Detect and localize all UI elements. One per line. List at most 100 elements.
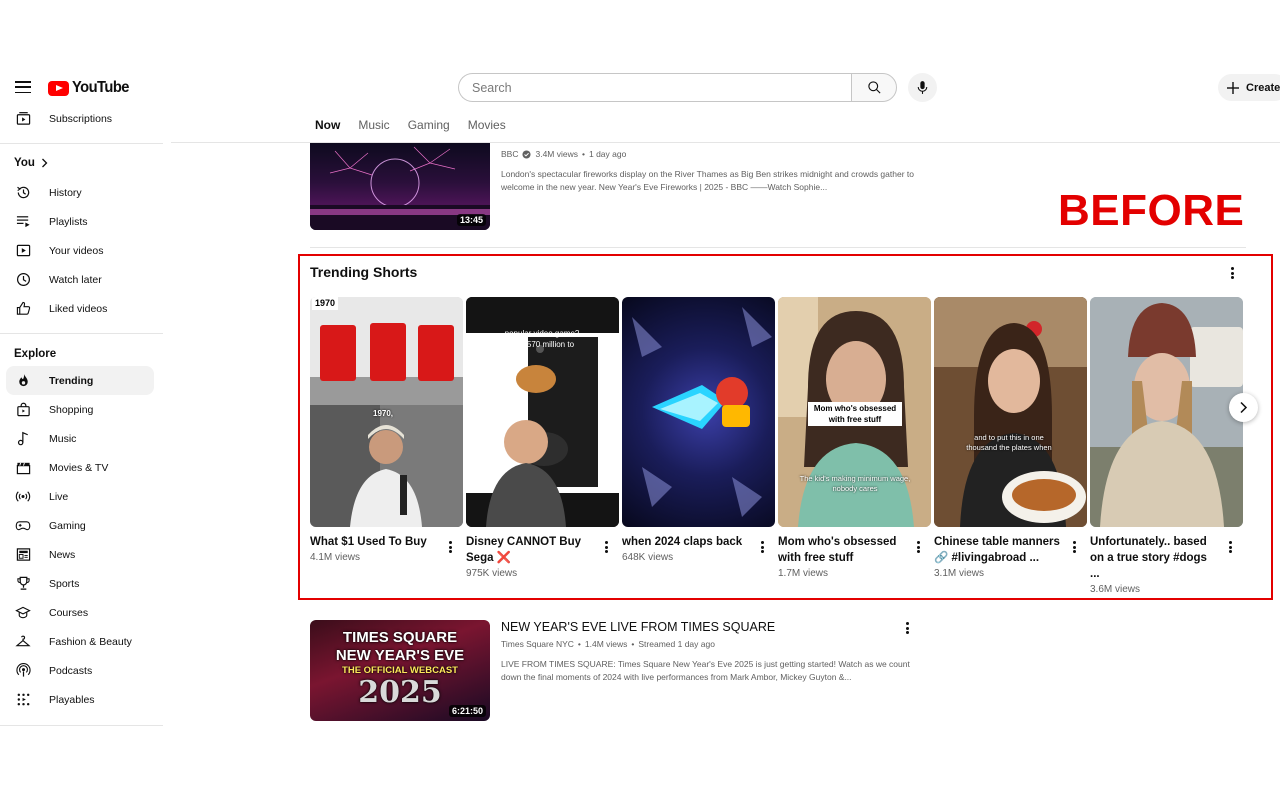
sidebar-item-label: History	[49, 186, 82, 199]
short-thumbnail[interactable]: and to put this in one thousand the plat…	[934, 297, 1087, 527]
sidebar-item-label: Playlists	[49, 215, 88, 228]
your-videos-icon	[15, 243, 31, 259]
sidebar-item-subscriptions[interactable]: Subscriptions	[6, 104, 154, 133]
search-input[interactable]	[458, 73, 851, 102]
video-card-bbc-fireworks[interactable]: 13:45 BBC 3.4M views • 1 day ago London'…	[310, 143, 921, 230]
search-button[interactable]	[851, 73, 897, 102]
tab-music[interactable]: Music	[358, 118, 389, 132]
tab-movies[interactable]: Movies	[468, 118, 506, 132]
video-info: NEW YEAR'S EVE LIVE FROM TIMES SQUARE Ti…	[501, 620, 921, 721]
sidebar-item-sports[interactable]: Sports	[6, 569, 154, 598]
shorts-more-options-icon[interactable]	[1227, 266, 1237, 280]
short-thumbnail[interactable]: popular video game? cost 570 million to	[466, 297, 619, 527]
video-thumbnail[interactable]: 13:45	[310, 143, 490, 230]
sidebar-item-trending[interactable]: Trending	[6, 366, 154, 395]
youtube-logo[interactable]: YouTube	[48, 79, 134, 97]
sidebar-item-history[interactable]: History	[6, 178, 154, 207]
woman-beanie-image	[1090, 297, 1243, 527]
voice-search-button[interactable]	[908, 73, 937, 102]
sidebar-item-label: Live	[49, 490, 69, 503]
short-card[interactable]: Unfortunately.. based on a true story #d…	[1090, 297, 1243, 595]
short-views: 3.6M views	[1090, 584, 1141, 595]
sidebar-item-podcasts[interactable]: Podcasts	[6, 656, 154, 685]
short-overlay-text: popular video game? cost 570 million to	[504, 329, 580, 349]
short-thumbnail[interactable]	[1090, 297, 1243, 527]
short-card[interactable]: when 2024 claps back 648K views	[622, 297, 775, 563]
sidebar-item-your-videos[interactable]: Your videos	[6, 236, 154, 265]
game-character-image	[632, 307, 772, 517]
sidebar-item-label: Your videos	[49, 244, 104, 257]
short-thumbnail[interactable]: 1970, 1970	[310, 297, 463, 527]
channel-name[interactable]: Times Square NYC	[501, 639, 574, 649]
short-more-options-icon[interactable]	[913, 540, 923, 554]
sidebar-item-label: Gaming	[49, 519, 86, 532]
sidebar-item-playlists[interactable]: Playlists	[6, 207, 154, 236]
sidebar-item-label: Courses	[49, 606, 89, 619]
short-title[interactable]: when 2024 claps back	[622, 534, 750, 550]
playlists-icon	[15, 214, 31, 230]
video-thumbnail[interactable]: TIMES SQUARE NEW YEAR'S EVE THE OFFICIAL…	[310, 620, 490, 721]
tab-gaming[interactable]: Gaming	[408, 118, 450, 132]
short-card[interactable]: Mom who's obsessed with free stuff The k…	[778, 297, 931, 579]
sidebar-item-watch-later[interactable]: Watch later	[6, 265, 154, 294]
sidebar-item-fashion-beauty[interactable]: Fashion & Beauty	[6, 627, 154, 656]
you-section-header[interactable]: You	[14, 157, 48, 169]
before-annotation-label: BEFORE	[1058, 186, 1245, 235]
sidebar-item-shopping[interactable]: Shopping	[6, 395, 154, 424]
sidebar-item-courses[interactable]: Courses	[6, 598, 154, 627]
sidebar-item-label: Subscriptions	[49, 112, 113, 125]
short-more-options-icon[interactable]	[445, 540, 455, 554]
video-duration: 6:21:50	[448, 705, 486, 717]
short-more-options-icon[interactable]	[1069, 540, 1079, 554]
short-card[interactable]: and to put this in one thousand the plat…	[934, 297, 1087, 579]
youtube-play-icon	[48, 80, 69, 96]
short-card[interactable]: 1970, 1970 What $1 Used To Buy 4.1M view…	[310, 297, 463, 563]
video-more-options-icon[interactable]	[902, 621, 912, 635]
microphone-icon	[917, 81, 928, 94]
short-title[interactable]: Disney CANNOT Buy Sega ❌	[466, 534, 594, 566]
sidebar-item-playables[interactable]: Playables	[6, 685, 154, 714]
short-more-options-icon[interactable]	[601, 540, 611, 554]
sidebar-item-label: Watch later	[49, 273, 102, 286]
view-count: 1.4M views	[584, 639, 628, 649]
shorts-next-button[interactable]	[1229, 393, 1258, 422]
search-icon	[867, 81, 881, 94]
short-title[interactable]: What $1 Used To Buy	[310, 534, 438, 550]
plus-icon	[1227, 81, 1239, 94]
sidebar-item-movies-tv[interactable]: Movies & TV	[6, 453, 154, 482]
short-card[interactable]: popular video game? cost 570 million to …	[466, 297, 619, 579]
video-description: LIVE FROM TIMES SQUARE: Times Square New…	[501, 659, 910, 682]
sidebar-item-live[interactable]: Live	[6, 482, 154, 511]
upload-age: Streamed 1 day ago	[638, 639, 715, 649]
sidebar-item-liked-videos[interactable]: Liked videos	[6, 294, 154, 323]
short-overlay-text: 1970,	[373, 409, 394, 418]
sidebar-item-label: Movies & TV	[49, 461, 109, 474]
short-title[interactable]: Chinese table manners 🔗 #livingabroad ..…	[934, 534, 1062, 566]
sidebar-item-gaming[interactable]: Gaming	[6, 511, 154, 540]
tab-now[interactable]: Now	[315, 118, 340, 132]
trending-icon	[15, 373, 31, 389]
clock-icon	[15, 272, 31, 288]
short-title[interactable]: Unfortunately.. based on a true story #d…	[1090, 534, 1218, 582]
sidebar-item-news[interactable]: News	[6, 540, 154, 569]
video-card-times-square[interactable]: TIMES SQUARE NEW YEAR'S EVE THE OFFICIAL…	[310, 620, 921, 721]
sidebar-item-music[interactable]: Music	[6, 424, 154, 453]
hanger-icon	[15, 634, 31, 650]
short-overlay-caption: The kid's making minimum wage, nobody ca…	[799, 474, 911, 493]
history-icon	[15, 185, 31, 201]
video-description: London's spectacular fireworks display o…	[501, 169, 914, 192]
dinner-table-image	[934, 297, 1087, 527]
topic-tabs: Now Music Gaming Movies	[315, 118, 506, 132]
short-more-options-icon[interactable]	[1225, 540, 1235, 554]
short-overlay-caption: and to put this in one thousand the plat…	[966, 433, 1052, 452]
sidebar-item-label: Podcasts	[49, 664, 93, 677]
menu-icon[interactable]	[15, 81, 31, 93]
create-button[interactable]: Create	[1218, 74, 1280, 101]
video-title[interactable]: NEW YEAR'S EVE LIVE FROM TIMES SQUARE	[501, 620, 921, 634]
short-title[interactable]: Mom who's obsessed with free stuff	[778, 534, 906, 566]
short-thumbnail[interactable]: Mom who's obsessed with free stuff The k…	[778, 297, 931, 527]
short-overlay-year: 1970	[312, 297, 339, 310]
short-thumbnail[interactable]	[622, 297, 775, 527]
channel-name[interactable]: BBC	[501, 149, 518, 159]
short-more-options-icon[interactable]	[757, 540, 767, 554]
